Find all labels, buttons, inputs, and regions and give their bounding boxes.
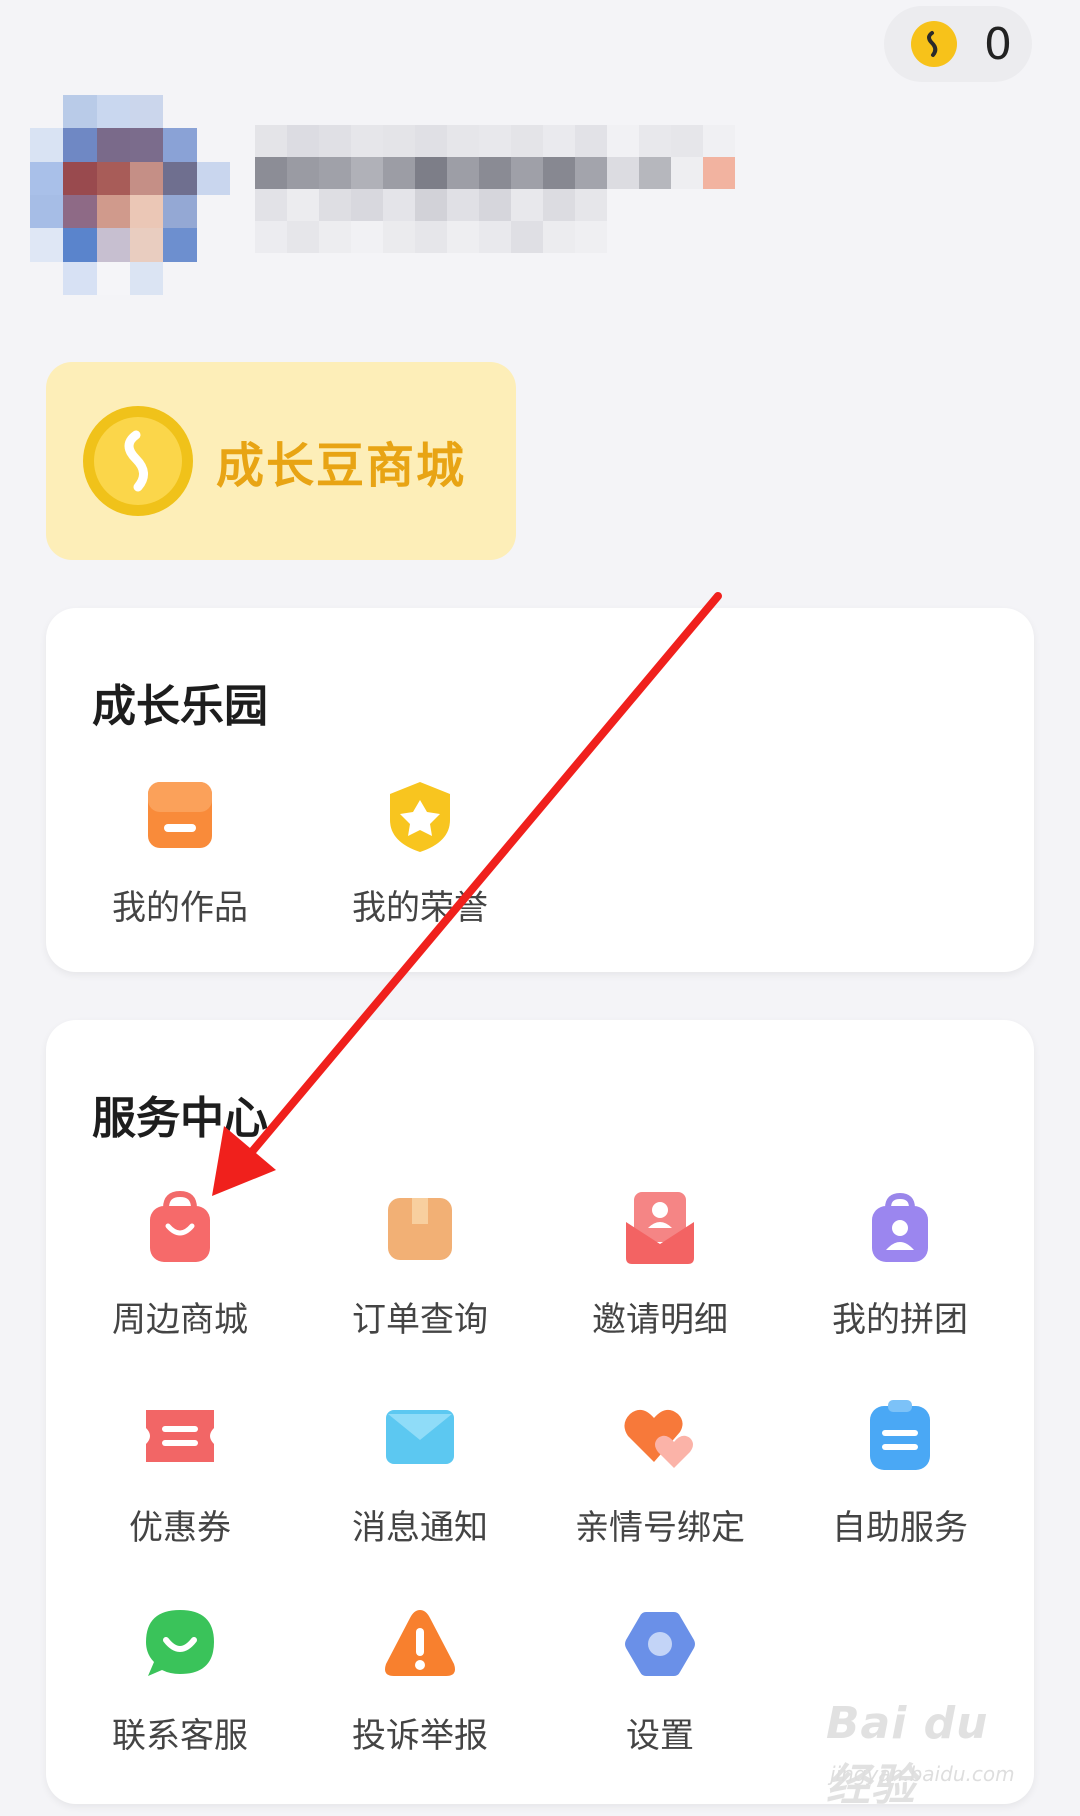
- complaint-report-item[interactable]: 投诉举报: [300, 1604, 540, 1757]
- warning-icon: [385, 1610, 455, 1676]
- notifications-label: 消息通知: [352, 1508, 488, 1548]
- username-blurred: [255, 125, 767, 285]
- watermark-logo: Bai du 经验: [826, 1698, 989, 1811]
- growth-bean-mall-card[interactable]: 成长豆商城: [46, 362, 516, 560]
- baidu-jingyan-watermark: Bai du 经验 jingyan.baidu.com: [826, 1698, 1036, 1811]
- contact-support-label: 联系客服: [112, 1716, 248, 1756]
- group-bag-icon: [872, 1192, 928, 1262]
- clipboard-icon: [870, 1400, 930, 1470]
- settings-label: 设置: [626, 1716, 694, 1756]
- invite-details-item[interactable]: 邀请明细: [540, 1188, 780, 1341]
- merch-mall-item[interactable]: 周边商城: [60, 1188, 300, 1341]
- user-profile[interactable]: [30, 95, 767, 295]
- growth-park-section: 成长乐园 我的作品 我的荣誉: [46, 608, 1034, 972]
- invite-envelope-icon: [626, 1192, 694, 1264]
- growth-bean-coin-icon: [83, 406, 193, 516]
- family-binding-label: 亲情号绑定: [575, 1508, 745, 1548]
- coin-icon: [911, 21, 957, 67]
- coupon-item[interactable]: 优惠券: [60, 1396, 300, 1549]
- coin-balance-badge[interactable]: 0: [884, 6, 1032, 82]
- my-honor-item[interactable]: 我的荣誉: [300, 776, 540, 929]
- complaint-report-label: 投诉举报: [352, 1716, 488, 1756]
- invite-details-label: 邀请明细: [592, 1300, 728, 1340]
- settings-item[interactable]: 设置: [540, 1604, 780, 1757]
- merch-mall-label: 周边商城: [112, 1300, 248, 1340]
- service-center-section: 服务中心 周边商城 订单查询 邀请明细 我的拼团 优惠券 消息通知 亲情号绑定 …: [46, 1020, 1034, 1804]
- mail-icon: [386, 1410, 454, 1464]
- watermark-url: jingyan.baidu.com: [830, 1762, 1015, 1786]
- family-binding-item[interactable]: 亲情号绑定: [540, 1396, 780, 1549]
- order-query-item[interactable]: 订单查询: [300, 1188, 540, 1341]
- contact-support-item[interactable]: 联系客服: [60, 1604, 300, 1757]
- hearts-icon: [624, 1409, 693, 1468]
- avatar[interactable]: [30, 95, 230, 295]
- my-works-label: 我的作品: [112, 888, 248, 928]
- growth-bean-mall-label: 成长豆商城: [216, 438, 467, 494]
- coupon-label: 优惠券: [129, 1508, 231, 1548]
- coupon-ticket-icon: [146, 1410, 214, 1462]
- self-service-item[interactable]: 自助服务: [780, 1396, 1020, 1549]
- order-query-label: 订单查询: [352, 1300, 488, 1340]
- my-works-item[interactable]: 我的作品: [60, 776, 300, 929]
- growth-park-title: 成长乐园: [92, 681, 268, 732]
- my-group-buy-item[interactable]: 我的拼团: [780, 1188, 1020, 1341]
- shopping-bag-icon: [150, 1190, 210, 1262]
- package-box-icon: [388, 1198, 452, 1260]
- chat-bubble-icon: [146, 1610, 214, 1676]
- works-icon: [148, 782, 212, 848]
- my-group-buy-label: 我的拼团: [832, 1300, 968, 1340]
- coin-count: 0: [984, 18, 1012, 70]
- honor-badge-icon: [390, 782, 450, 852]
- hexagon-settings-icon: [625, 1612, 695, 1676]
- notifications-item[interactable]: 消息通知: [300, 1396, 540, 1549]
- self-service-label: 自助服务: [832, 1508, 968, 1548]
- my-honor-label: 我的荣誉: [352, 888, 488, 928]
- service-center-title: 服务中心: [92, 1093, 268, 1144]
